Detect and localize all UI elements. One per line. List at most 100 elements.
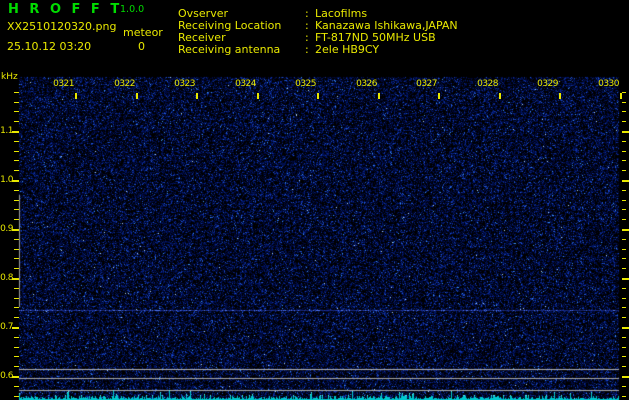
output-filename: XX2510120320.png xyxy=(7,20,117,33)
x-axis-label: 0325 xyxy=(295,79,316,89)
station-info: Ovserver: Lacofilms Receiving Location: Kan… xyxy=(178,7,629,57)
y-axis-label: 0.6 xyxy=(0,371,13,381)
y-axis-minor-tick-right xyxy=(622,337,626,338)
x-axis-tick xyxy=(317,93,319,99)
x-axis-tick xyxy=(620,93,622,99)
y-axis-major-tick-right xyxy=(622,327,629,329)
y-axis-minor-tick xyxy=(14,268,19,269)
y-axis-major-tick xyxy=(12,131,19,133)
y-axis-major-tick-right xyxy=(622,376,629,378)
x-axis-tick xyxy=(559,93,561,99)
y-axis-minor-tick xyxy=(14,102,19,103)
x-axis-tick xyxy=(378,93,380,99)
y-axis-minor-tick xyxy=(14,356,19,357)
x-axis-tick xyxy=(75,93,77,99)
y-axis-label: 0.7 xyxy=(0,322,13,332)
y-axis-minor-tick-right xyxy=(622,307,626,308)
info-value: 2ele HB9CY xyxy=(315,43,380,56)
meteor-counter-value: 0 xyxy=(138,40,145,53)
meteor-counter-label: meteor xyxy=(123,26,163,39)
y-axis-minor-tick-right xyxy=(622,121,626,122)
x-axis-label: 0327 xyxy=(416,79,437,89)
station-info-row: Receiving antenna:2ele HB9CY xyxy=(178,43,629,56)
y-axis-minor-tick-right xyxy=(622,268,626,269)
x-axis-label: 0326 xyxy=(356,79,377,89)
y-axis-minor-tick-right xyxy=(622,258,626,259)
y-axis-minor-tick xyxy=(14,190,19,191)
y-axis-minor-tick xyxy=(14,288,19,289)
x-axis-label: 0329 xyxy=(537,79,558,89)
y-axis-minor-tick-right xyxy=(622,111,626,112)
y-axis-minor-tick xyxy=(14,151,19,152)
y-axis-minor-tick xyxy=(14,347,19,348)
y-axis-minor-tick xyxy=(14,121,19,122)
y-axis-minor-tick-right xyxy=(622,298,626,299)
y-axis-label: 0.9 xyxy=(0,224,13,234)
y-axis-minor-tick xyxy=(14,386,19,387)
y-axis-minor-tick-right xyxy=(622,209,626,210)
x-axis-label: 0323 xyxy=(174,79,195,89)
x-axis-tick xyxy=(136,93,138,99)
info-label: Receiving antenna xyxy=(178,43,281,56)
y-axis-minor-tick xyxy=(14,307,19,308)
app-version: 1.0.0 xyxy=(120,4,145,15)
y-axis-minor-tick xyxy=(14,170,19,171)
y-axis-major-tick xyxy=(12,376,19,378)
y-axis-major-tick xyxy=(12,327,19,329)
y-axis-major-tick-right xyxy=(622,180,629,182)
x-axis-label: 0322 xyxy=(114,79,135,89)
y-axis-minor-tick-right xyxy=(622,249,626,250)
y-axis-major-tick-right xyxy=(622,131,629,133)
y-axis-unit-label: kHz xyxy=(1,72,18,82)
y-axis-minor-tick xyxy=(14,396,19,397)
y-axis-minor-tick-right xyxy=(622,396,626,397)
y-axis-minor-tick-right xyxy=(622,219,626,220)
y-axis-label: 0.8 xyxy=(0,273,13,283)
x-axis-tick xyxy=(438,93,440,99)
y-axis-minor-tick-right xyxy=(622,317,626,318)
axes-layer: kHz 0321 0322 0323 0324 0325 0326 0327 0328 0329… xyxy=(0,0,629,397)
y-axis-minor-tick-right xyxy=(622,386,626,387)
y-axis-minor-tick xyxy=(14,111,19,112)
y-axis-minor-tick xyxy=(14,141,19,142)
y-axis-minor-tick xyxy=(14,160,19,161)
x-axis-label: 0324 xyxy=(235,79,256,89)
y-axis-minor-tick xyxy=(14,92,19,93)
y-axis-minor-tick xyxy=(14,298,19,299)
y-axis-minor-tick-right xyxy=(622,102,626,103)
y-axis-major-tick xyxy=(12,278,19,280)
y-axis-major-tick xyxy=(12,180,19,182)
y-axis-minor-tick xyxy=(14,337,19,338)
x-axis-tick xyxy=(499,93,501,99)
y-axis-minor-tick-right xyxy=(622,366,626,367)
y-axis-minor-tick-right xyxy=(622,170,626,171)
spectrogram-canvas xyxy=(0,0,629,400)
y-axis-major-tick-right xyxy=(622,229,629,231)
y-axis-minor-tick xyxy=(14,249,19,250)
y-axis-minor-tick-right xyxy=(622,347,626,348)
hrofft-screen: H R O F F T 1.0.0 XX2510120320.png meteo… xyxy=(0,0,629,400)
y-axis-minor-tick xyxy=(14,239,19,240)
x-axis-label: 0321 xyxy=(53,79,74,89)
y-axis-minor-tick xyxy=(14,219,19,220)
y-axis-minor-tick-right xyxy=(622,288,626,289)
y-axis-minor-tick-right xyxy=(622,92,626,93)
x-axis-tick xyxy=(257,93,259,99)
y-axis-minor-tick xyxy=(14,209,19,210)
y-axis-minor-tick xyxy=(14,200,19,201)
y-axis-minor-tick xyxy=(14,366,19,367)
y-axis-label: 1.0 xyxy=(0,175,13,185)
y-axis-minor-tick-right xyxy=(622,356,626,357)
info-separator: : xyxy=(305,43,309,56)
y-axis-major-tick-right xyxy=(622,278,629,280)
y-axis-minor-tick-right xyxy=(622,239,626,240)
app-title: H R O F F T xyxy=(8,2,123,17)
x-axis-tick xyxy=(196,93,198,99)
y-axis-minor-tick-right xyxy=(622,151,626,152)
y-axis-minor-tick xyxy=(14,258,19,259)
y-axis-minor-tick-right xyxy=(622,160,626,161)
y-axis-minor-tick xyxy=(14,317,19,318)
y-axis-minor-tick-right xyxy=(622,190,626,191)
y-axis-minor-tick-right xyxy=(622,141,626,142)
y-axis-major-tick xyxy=(12,229,19,231)
